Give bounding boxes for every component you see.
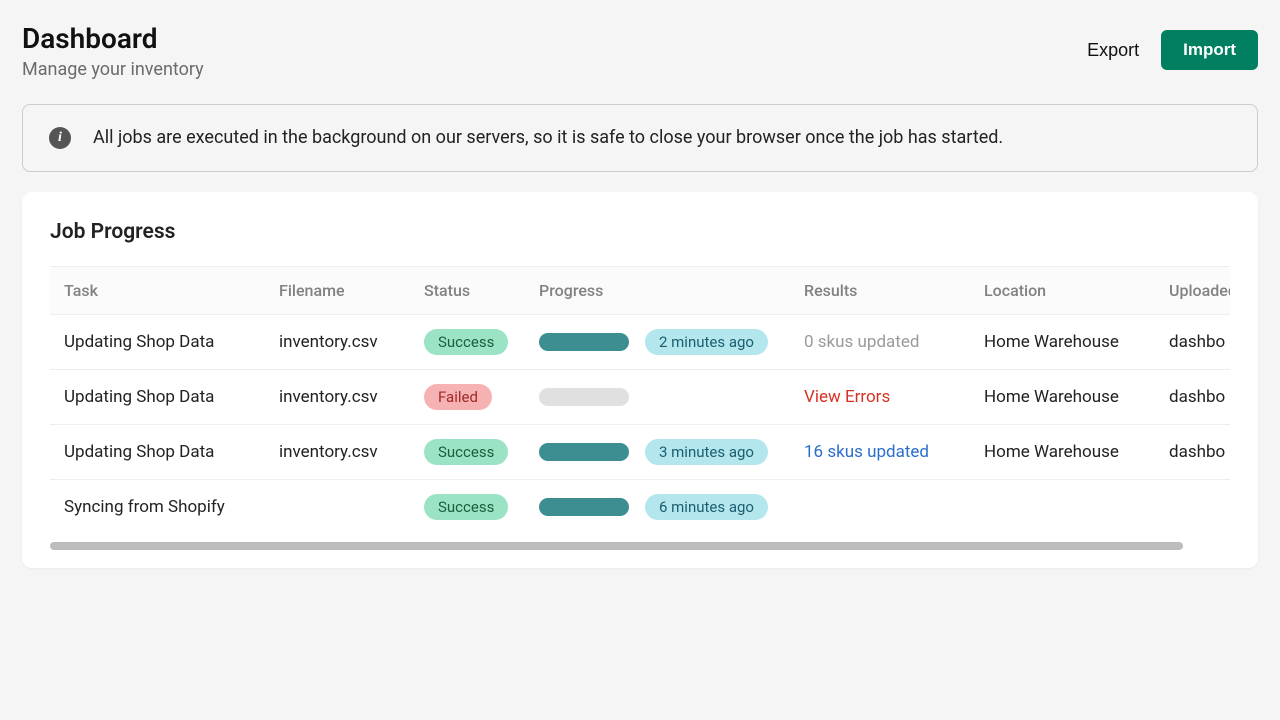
info-icon: i xyxy=(49,127,71,149)
col-status: Status xyxy=(410,266,525,314)
job-progress-card: Job Progress Task Filename Status Progre… xyxy=(22,192,1258,568)
cell-results[interactable]: View Errors xyxy=(790,369,970,424)
col-uploaded: Uploaded xyxy=(1155,266,1230,314)
title-block: Dashboard Manage your inventory xyxy=(22,24,204,80)
time-badge: 6 minutes ago xyxy=(645,494,768,520)
job-table: Task Filename Status Progress Results Lo… xyxy=(50,266,1230,534)
cell-results[interactable]: 16 skus updated xyxy=(790,424,970,479)
cell-filename xyxy=(265,479,410,534)
info-banner: i All jobs are executed in the backgroun… xyxy=(22,104,1258,172)
cell-status: Success xyxy=(410,424,525,479)
results-link[interactable]: 16 skus updated xyxy=(804,442,929,462)
cell-uploaded xyxy=(1155,479,1230,534)
cell-location xyxy=(970,479,1155,534)
col-filename: Filename xyxy=(265,266,410,314)
table-row: Updating Shop Datainventory.csv Success 2 … xyxy=(50,314,1230,369)
cell-location: Home Warehouse xyxy=(970,424,1155,479)
cell-progress: 6 minutes ago xyxy=(525,479,790,534)
page-title: Dashboard xyxy=(22,24,204,55)
cell-task: Updating Shop Data xyxy=(50,369,265,424)
status-badge: Success xyxy=(424,494,508,520)
cell-task: Syncing from Shopify xyxy=(50,479,265,534)
table-row: Updating Shop Datainventory.csv Success 3 … xyxy=(50,424,1230,479)
cell-filename: inventory.csv xyxy=(265,369,410,424)
time-badge: 3 minutes ago xyxy=(645,439,768,465)
progress-bar xyxy=(539,333,629,351)
cell-location: Home Warehouse xyxy=(970,314,1155,369)
cell-uploaded: dashbo xyxy=(1155,314,1230,369)
cell-status: Failed xyxy=(410,369,525,424)
cell-results xyxy=(790,479,970,534)
cell-filename: inventory.csv xyxy=(265,424,410,479)
progress-bar xyxy=(539,443,629,461)
job-table-wrap[interactable]: Task Filename Status Progress Results Lo… xyxy=(50,266,1230,550)
page-header: Dashboard Manage your inventory Export I… xyxy=(22,24,1258,80)
info-message: All jobs are executed in the background … xyxy=(93,127,1003,148)
col-results: Results xyxy=(790,266,970,314)
results-text: 0 skus updated xyxy=(804,332,919,352)
cell-status: Success xyxy=(410,479,525,534)
cell-task: Updating Shop Data xyxy=(50,424,265,479)
col-task: Task xyxy=(50,266,265,314)
progress-bar xyxy=(539,388,629,406)
cell-progress: 3 minutes ago xyxy=(525,424,790,479)
col-location: Location xyxy=(970,266,1155,314)
cell-progress xyxy=(525,369,790,424)
results-link[interactable]: View Errors xyxy=(804,387,890,407)
cell-task: Updating Shop Data xyxy=(50,314,265,369)
cell-filename: inventory.csv xyxy=(265,314,410,369)
cell-location: Home Warehouse xyxy=(970,369,1155,424)
progress-bar xyxy=(539,498,629,516)
table-header-row: Task Filename Status Progress Results Lo… xyxy=(50,266,1230,314)
cell-uploaded: dashbo xyxy=(1155,369,1230,424)
status-badge: Success xyxy=(424,439,508,465)
page-subtitle: Manage your inventory xyxy=(22,59,204,80)
table-row: Syncing from Shopify Success 6 minutes ago xyxy=(50,479,1230,534)
cell-progress: 2 minutes ago xyxy=(525,314,790,369)
status-badge: Success xyxy=(424,329,508,355)
cell-status: Success xyxy=(410,314,525,369)
job-progress-title: Job Progress xyxy=(50,220,1230,244)
status-badge: Failed xyxy=(424,384,492,410)
horizontal-scrollbar[interactable] xyxy=(50,542,1183,550)
col-progress: Progress xyxy=(525,266,790,314)
table-row: Updating Shop Datainventory.csv Failed Vie… xyxy=(50,369,1230,424)
import-button[interactable]: Import xyxy=(1161,30,1258,70)
time-badge: 2 minutes ago xyxy=(645,329,768,355)
export-button[interactable]: Export xyxy=(1087,40,1139,61)
cell-results: 0 skus updated xyxy=(790,314,970,369)
cell-uploaded: dashbo xyxy=(1155,424,1230,479)
header-actions: Export Import xyxy=(1087,30,1258,70)
